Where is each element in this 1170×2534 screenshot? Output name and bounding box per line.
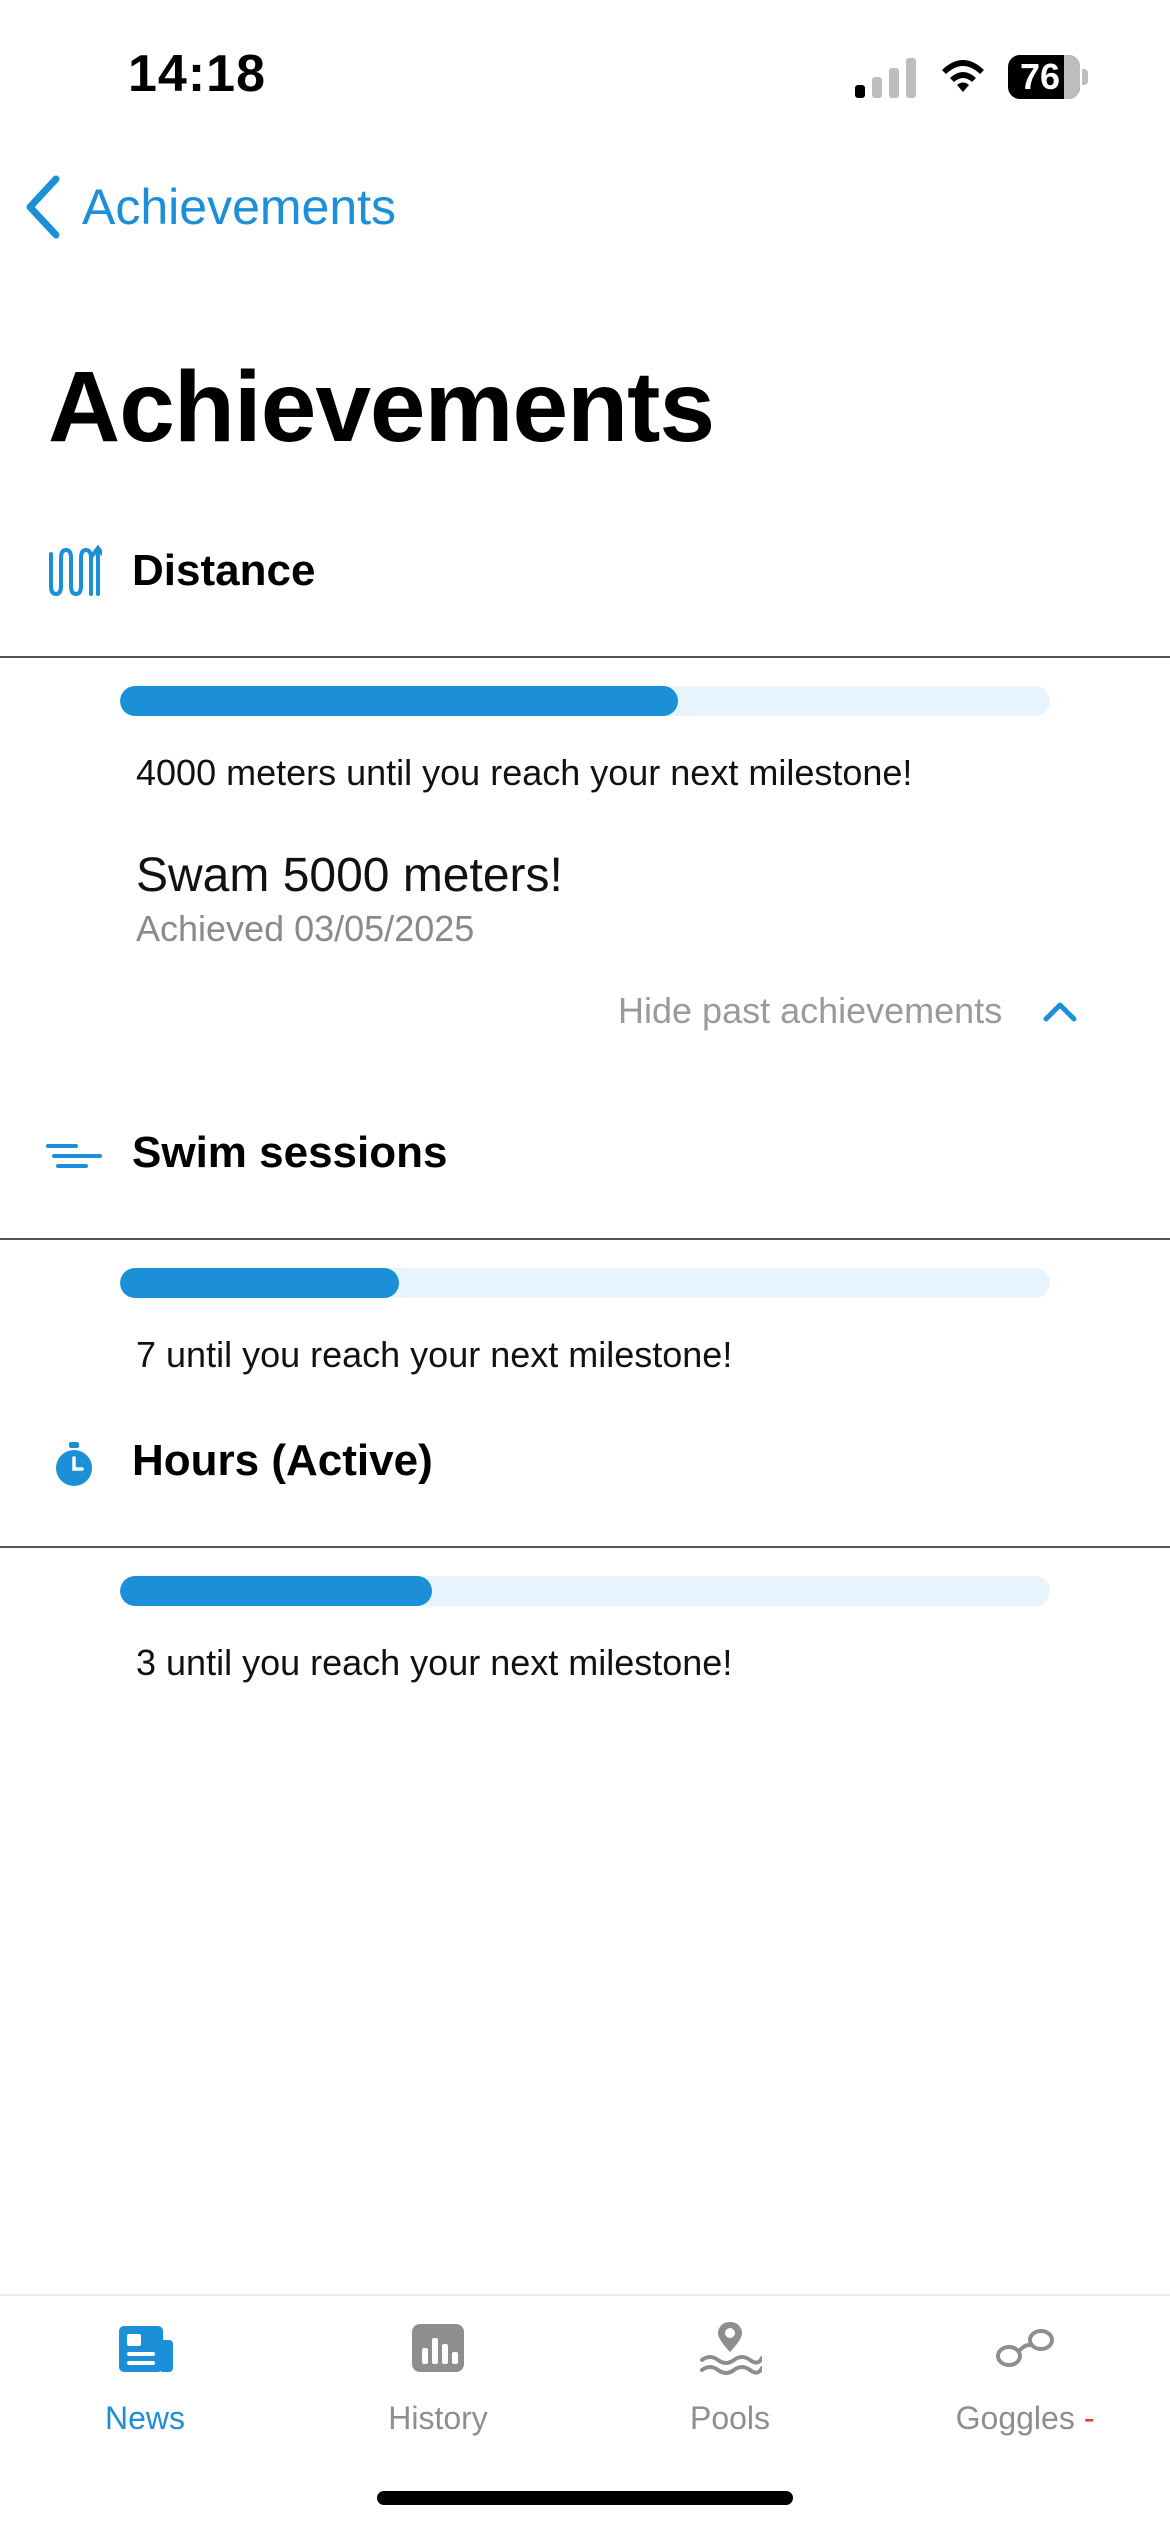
swim-sessions-progress-fill xyxy=(120,1268,399,1298)
back-button[interactable]: Achievements xyxy=(22,172,396,242)
section-title-hours-active: Hours (Active) xyxy=(132,1436,433,1485)
tab-label: History xyxy=(388,2400,488,2436)
past-achievement-title: Swam 5000 meters! xyxy=(136,849,563,902)
status-time: 14:18 xyxy=(128,45,266,103)
tab-pools[interactable]: Pools xyxy=(610,2318,850,2437)
divider xyxy=(0,1238,1170,1240)
hours-progress-fill xyxy=(120,1576,432,1606)
tab-goggles[interactable]: Goggles - xyxy=(905,2318,1145,2437)
hide-past-achievements-button[interactable]: Hide past achievements xyxy=(618,990,1078,1032)
swim-sessions-icon xyxy=(46,1144,102,1168)
newspaper-icon xyxy=(119,2326,173,2372)
hours-progress-bar xyxy=(120,1576,1050,1606)
tab-news[interactable]: News xyxy=(25,2318,265,2437)
pool-location-icon xyxy=(700,2322,762,2375)
divider xyxy=(0,1546,1170,1548)
battery-icon: 76 xyxy=(1008,55,1090,99)
battery-level: 76 xyxy=(1019,56,1061,97)
distance-progress-bar xyxy=(120,686,1050,716)
swim-sessions-progress-bar xyxy=(120,1268,1050,1298)
tab-label: News xyxy=(104,2400,185,2436)
goggles-status-badge: - xyxy=(1083,2400,1095,2436)
goggles-icon xyxy=(996,2329,1054,2367)
stopwatch-icon xyxy=(56,1442,92,1486)
divider xyxy=(0,656,1170,658)
chevron-left-icon xyxy=(26,175,60,239)
hours-milestone-message: 3 until you reach your next milestone! xyxy=(136,1642,733,1683)
swim-sessions-milestone-message: 7 until you reach your next milestone! xyxy=(136,1334,733,1375)
cellular-signal-icon xyxy=(855,58,916,98)
tab-label: Pools xyxy=(689,2400,771,2436)
distance-progress-fill xyxy=(120,686,678,716)
home-indicator xyxy=(377,2491,793,2505)
wifi-icon xyxy=(942,60,984,92)
page-title: Achievements xyxy=(48,351,715,463)
hide-past-achievements-label: Hide past achievements xyxy=(618,990,1003,1031)
back-label: Achievements xyxy=(82,179,397,235)
chart-icon xyxy=(412,2324,464,2372)
tab-label: Goggles - xyxy=(955,2400,1095,2436)
past-achievement-date: Achieved 03/05/2025 xyxy=(136,908,475,949)
section-title-distance: Distance xyxy=(132,546,316,595)
chevron-up-icon xyxy=(1043,1002,1077,1022)
distance-milestone-message: 4000 meters until you reach your next mi… xyxy=(136,752,913,793)
tab-history[interactable]: History xyxy=(318,2318,558,2437)
distance-icon xyxy=(49,544,102,597)
section-title-swim-sessions: Swim sessions xyxy=(132,1128,448,1177)
